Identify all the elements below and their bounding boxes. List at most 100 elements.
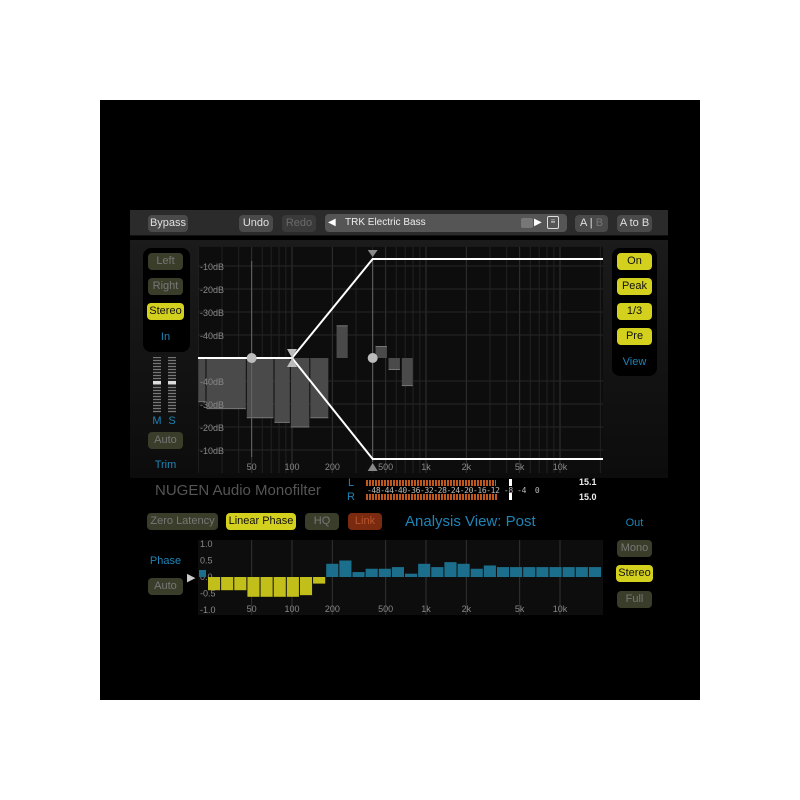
bypass-button[interactable]: Bypass bbox=[148, 215, 188, 232]
phase-band bbox=[496, 567, 510, 577]
db-label: -10dB bbox=[200, 262, 224, 272]
phase-pointer-icon: ▶ bbox=[187, 572, 196, 584]
preset-field-end bbox=[521, 218, 533, 228]
phase-band bbox=[260, 577, 273, 597]
db-label: -10dB bbox=[200, 446, 224, 456]
phase-band bbox=[339, 560, 352, 577]
freq-label: 5k bbox=[515, 462, 525, 472]
view-label: View bbox=[622, 356, 647, 368]
analyzer-band bbox=[336, 325, 348, 358]
input-left-button[interactable]: Left bbox=[148, 253, 183, 270]
undo-button[interactable]: Undo bbox=[239, 215, 273, 232]
db-label: -30dB bbox=[200, 400, 224, 410]
phase-band bbox=[273, 577, 286, 597]
phase-band bbox=[352, 572, 365, 577]
product-title: NUGEN Audio Monofilter bbox=[155, 482, 321, 499]
phase-band bbox=[286, 577, 299, 597]
db-label: -40dB bbox=[200, 377, 224, 387]
meter-l-peak bbox=[509, 479, 512, 486]
ab-separator: | bbox=[589, 217, 593, 229]
preset-selector[interactable]: ◀ TRK Electric Bass ▶ ≡ bbox=[325, 214, 567, 232]
zero-latency-button[interactable]: Zero Latency bbox=[147, 513, 218, 530]
phase-y-label: 0.5 bbox=[200, 556, 213, 566]
analyzer-band bbox=[310, 358, 329, 418]
meter-scale: -48-44-40-36-32-28-24-20-16-12 -8 -4 0 bbox=[367, 486, 540, 495]
trim-s-handle[interactable] bbox=[168, 381, 176, 384]
phase-band bbox=[523, 567, 536, 577]
phase-band bbox=[208, 577, 221, 591]
phase-band bbox=[378, 568, 391, 577]
output-full-button[interactable]: Full bbox=[617, 591, 652, 608]
trim-label: Trim bbox=[154, 459, 177, 471]
a-to-b-button[interactable]: A to B bbox=[617, 215, 652, 232]
phase-band bbox=[418, 563, 431, 577]
db-label: -30dB bbox=[200, 308, 224, 318]
analysis-view-label[interactable]: Analysis View: Post bbox=[405, 513, 536, 530]
output-label: Out bbox=[625, 517, 644, 529]
freq-label: 1k bbox=[421, 462, 431, 472]
linear-phase-button[interactable]: Linear Phase bbox=[226, 513, 296, 530]
view-pre-button[interactable]: Pre bbox=[617, 328, 652, 345]
redo-button[interactable]: Redo bbox=[282, 215, 316, 232]
phase-band bbox=[588, 567, 601, 577]
input-stereo-button[interactable]: Stereo bbox=[147, 303, 184, 320]
filter-graph[interactable]: -10dB -20dB -30dB -40dB -40dB -30dB -20dB -10dB… bbox=[198, 247, 603, 473]
output-mono-button[interactable]: Mono bbox=[617, 540, 652, 557]
next-preset-icon[interactable]: ▶ bbox=[534, 214, 542, 231]
preset-menu-icon[interactable]: ≡ bbox=[547, 216, 559, 229]
phase-band bbox=[365, 568, 378, 577]
phase-overall-band bbox=[199, 570, 206, 577]
meter-r-label: R bbox=[347, 491, 355, 503]
phase-freq-label: 2k bbox=[462, 604, 472, 614]
analyzer-band bbox=[246, 358, 274, 418]
phase-freq-label: 50 bbox=[247, 604, 257, 614]
trim-m-label: M bbox=[152, 415, 162, 427]
phase-band bbox=[457, 563, 470, 577]
phase-band bbox=[299, 577, 313, 596]
phase-freq-label: 5k bbox=[515, 604, 525, 614]
phase-band bbox=[549, 567, 562, 577]
phase-graph: 1.00.50.0-0.5-1.0 50 100 200 500 1k 2k 5k 10k bbox=[198, 540, 603, 615]
phase-band bbox=[483, 565, 496, 577]
view-on-button[interactable]: On bbox=[617, 253, 652, 270]
previous-preset-icon[interactable]: ◀ bbox=[328, 214, 336, 231]
ab-b-label: B bbox=[595, 217, 604, 229]
freq-label: 2k bbox=[462, 462, 472, 472]
link-button[interactable]: Link bbox=[348, 513, 382, 530]
phase-band bbox=[247, 577, 260, 597]
phase-band bbox=[510, 567, 523, 577]
input-right-button[interactable]: Right bbox=[148, 278, 183, 295]
output-stereo-button[interactable]: Stereo bbox=[616, 565, 653, 582]
trim-m-handle[interactable] bbox=[153, 381, 161, 384]
transition-handle bbox=[367, 353, 378, 363]
trim-auto-button[interactable]: Auto bbox=[148, 432, 183, 449]
ab-compare-button[interactable]: A | B bbox=[575, 215, 608, 232]
phase-band bbox=[536, 567, 549, 577]
phase-band bbox=[221, 577, 234, 591]
phase-auto-button[interactable]: Auto bbox=[148, 578, 183, 595]
analyzer-band bbox=[401, 358, 413, 386]
phase-band bbox=[326, 563, 339, 577]
meter-l-value: 15.1 bbox=[579, 477, 597, 487]
preset-name: TRK Electric Bass bbox=[345, 217, 426, 228]
db-label: -20dB bbox=[200, 285, 224, 295]
phase-label: Phase bbox=[149, 555, 182, 567]
trim-m-slider[interactable] bbox=[153, 357, 161, 413]
phase-freq-label: 500 bbox=[378, 604, 393, 614]
phase-band bbox=[431, 567, 444, 577]
db-label: -40dB bbox=[200, 331, 224, 341]
trim-s-label: S bbox=[168, 415, 176, 427]
db-label: -20dB bbox=[200, 423, 224, 433]
phase-band bbox=[234, 577, 247, 591]
hq-button[interactable]: HQ bbox=[305, 513, 339, 530]
analyzer-band bbox=[274, 358, 290, 423]
freq-label: 100 bbox=[284, 462, 299, 472]
phase-y-label: -1.0 bbox=[200, 605, 216, 615]
trim-s-slider[interactable] bbox=[168, 357, 176, 413]
phase-band bbox=[405, 573, 418, 577]
view-third-octave-button[interactable]: 1/3 bbox=[617, 303, 652, 320]
analyzer-band bbox=[388, 358, 400, 370]
phase-band bbox=[575, 567, 588, 577]
meter-l-label: L bbox=[347, 477, 355, 489]
view-peak-button[interactable]: Peak bbox=[617, 278, 652, 295]
